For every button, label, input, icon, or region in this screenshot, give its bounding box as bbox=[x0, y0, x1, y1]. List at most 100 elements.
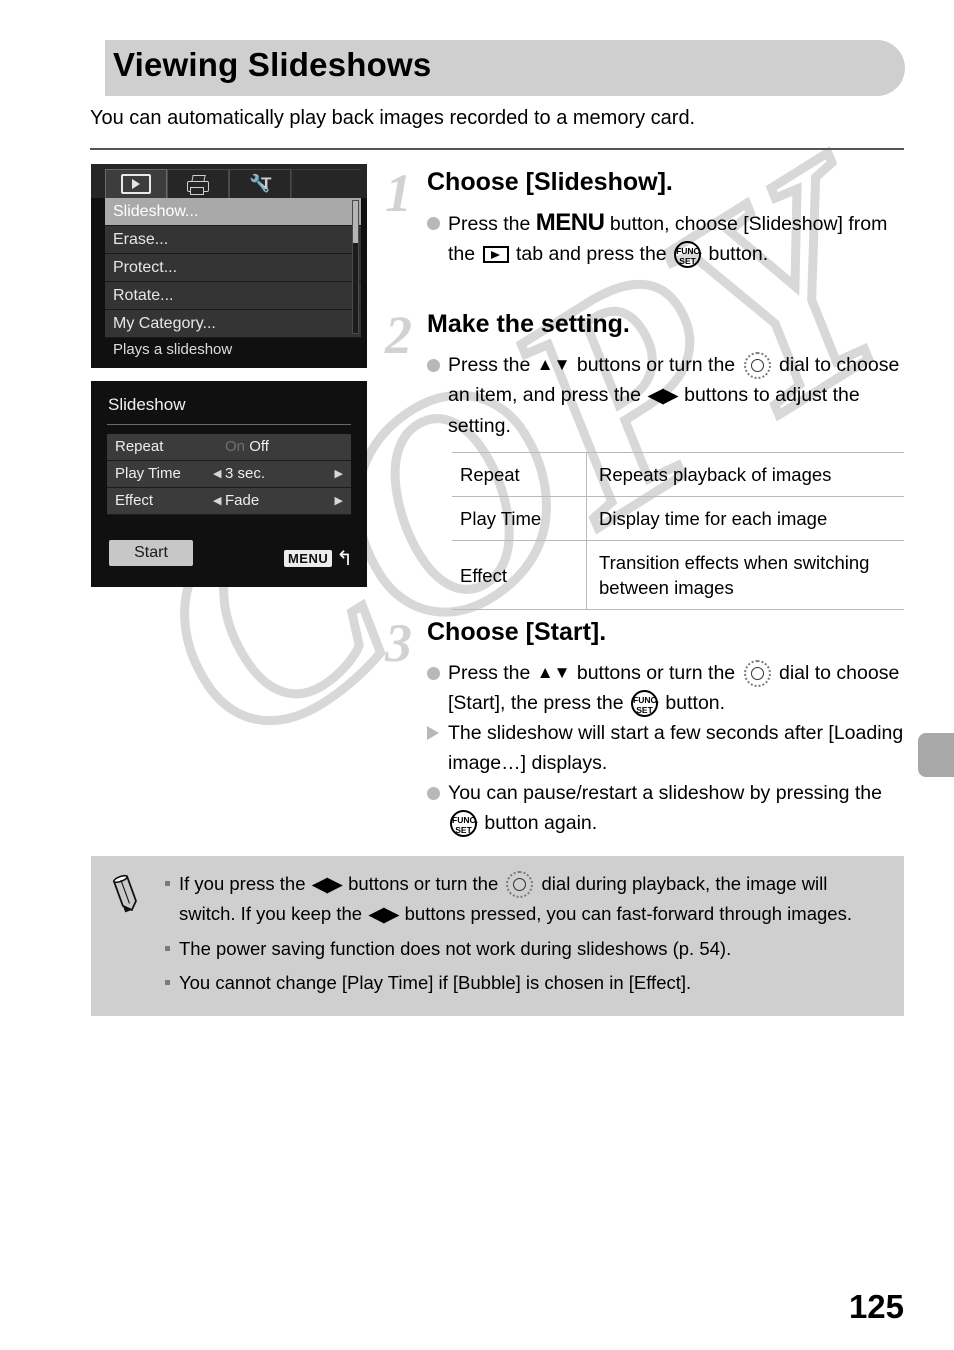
setting-value-repeat-off: Off bbox=[249, 438, 269, 455]
playback-tab[interactable] bbox=[105, 169, 167, 198]
step-3-number: 3 bbox=[385, 613, 412, 673]
note-item-2-text: The power saving function does not work … bbox=[179, 938, 732, 959]
setting-row-effect[interactable]: Effect ◀ Fade ▶ bbox=[107, 488, 351, 515]
menu-tab-row: 🔧 T bbox=[91, 164, 367, 198]
control-dial-glyph bbox=[743, 660, 771, 687]
table-cell-name: Effect bbox=[452, 540, 587, 610]
setting-row-repeat[interactable]: Repeat On Off bbox=[107, 434, 351, 461]
bullet-square-icon bbox=[165, 980, 170, 985]
pencil-icon bbox=[112, 874, 137, 913]
step-3-line-1-text: Press the ▲▼ buttons or turn the dial to… bbox=[448, 660, 899, 717]
note-item-3: You cannot change [Play Time] if [Bubble… bbox=[163, 968, 883, 997]
horizontal-divider bbox=[90, 148, 904, 150]
left-right-buttons-glyph: ◀▶ bbox=[647, 384, 678, 407]
settings-tab-icon: 🔧 T bbox=[249, 174, 272, 193]
bullet-dot-icon bbox=[427, 787, 440, 800]
print-tab[interactable] bbox=[167, 169, 229, 198]
up-down-buttons-glyph: ▲▼ bbox=[536, 663, 571, 682]
menu-item-erase[interactable]: Erase... bbox=[105, 226, 361, 254]
table-row: Play Time Display time for each image bbox=[452, 496, 904, 541]
right-arrow-icon[interactable]: ▶ bbox=[335, 488, 343, 514]
note-item-1: If you press the ◀▶ buttons or turn the … bbox=[163, 869, 883, 929]
left-right-buttons-glyph: ◀▶ bbox=[368, 903, 399, 926]
bullet-dot-icon bbox=[427, 667, 440, 680]
step-1-heading: Choose [Slideshow]. bbox=[427, 168, 673, 196]
step-3-line-3: You can pause/restart a slideshow by pre… bbox=[427, 778, 909, 838]
slideshow-screen-title: Slideshow bbox=[108, 395, 186, 414]
page-number: 125 bbox=[848, 1288, 904, 1325]
control-dial-glyph bbox=[506, 871, 534, 898]
playback-tab-icon bbox=[121, 174, 151, 194]
settings-description-table: Repeat Repeats playback of images Play T… bbox=[452, 452, 904, 610]
menu-badge: MENU bbox=[283, 550, 333, 567]
bullet-square-icon bbox=[165, 946, 170, 951]
menu-item-protect[interactable]: Protect... bbox=[105, 254, 361, 282]
slideshow-settings-rows: Repeat On Off Play Time ◀ 3 sec. ▶ Effec… bbox=[107, 434, 351, 515]
right-arrow-icon[interactable]: ▶ bbox=[335, 461, 343, 487]
menu-return-indicator: MENU ↰ bbox=[283, 547, 353, 570]
page-title-bar: Viewing Slideshows bbox=[105, 40, 905, 96]
step-3-line-1: Press the ▲▼ buttons or turn the dial to… bbox=[427, 658, 909, 718]
setting-value-repeat: On Off bbox=[225, 434, 269, 460]
table-cell-desc: Display time for each image bbox=[586, 496, 904, 541]
bullet-dot-icon bbox=[427, 359, 440, 372]
camera-screen-playback-menu: 🔧 T Slideshow... Erase... Protect... Rota… bbox=[91, 164, 367, 368]
step-1-line-1: Press the MENU button, choose [Slideshow… bbox=[427, 208, 909, 269]
step-1-number: 1 bbox=[385, 163, 412, 223]
step-2-line-1-text: Press the ▲▼ buttons or turn the dial to… bbox=[448, 352, 899, 437]
intro-paragraph: You can automatically play back images r… bbox=[90, 107, 696, 129]
left-right-buttons-glyph: ◀▶ bbox=[311, 873, 343, 896]
settings-tab[interactable]: 🔧 T bbox=[229, 169, 291, 198]
playback-tab-glyph bbox=[482, 246, 509, 263]
note-item-2: The power saving function does not work … bbox=[163, 934, 883, 963]
menu-item-rotate[interactable]: Rotate... bbox=[105, 282, 361, 310]
setting-value-effect: Fade bbox=[225, 492, 260, 509]
setting-label-play-time: Play Time bbox=[115, 465, 181, 482]
left-arrow-icon[interactable]: ◀ bbox=[213, 461, 221, 487]
page-title: Viewing Slideshows bbox=[113, 46, 432, 83]
bullet-dot-icon bbox=[427, 217, 440, 230]
note-item-1-text: If you press the ◀▶ buttons or turn the … bbox=[179, 871, 852, 926]
table-cell-name: Repeat bbox=[452, 452, 587, 497]
step-3-line-2-text: The slideshow will start a few seconds a… bbox=[448, 722, 904, 774]
step-2-line-1: Press the ▲▼ buttons or turn the dial to… bbox=[427, 350, 909, 441]
note-box: If you press the ◀▶ buttons or turn the … bbox=[91, 856, 904, 1016]
menu-hint-text: Plays a slideshow bbox=[113, 341, 233, 358]
menu-item-slideshow[interactable]: Slideshow... bbox=[105, 198, 361, 226]
slideshow-title-divider bbox=[107, 424, 351, 425]
func-set-button-glyph: FUNC. SET bbox=[674, 241, 702, 268]
up-down-buttons-glyph: ▲▼ bbox=[536, 355, 571, 374]
bullet-square-icon bbox=[165, 881, 170, 886]
setting-value-repeat-on: On bbox=[225, 438, 246, 455]
menu-scrollbar-thumb[interactable] bbox=[353, 201, 358, 243]
table-row: Effect Transition effects when switching… bbox=[452, 540, 904, 610]
step-3-body: Press the ▲▼ buttons or turn the dial to… bbox=[427, 658, 909, 838]
step-3-line-3-text: You can pause/restart a slideshow by pre… bbox=[448, 782, 882, 837]
chapter-edge-tab bbox=[918, 733, 954, 777]
step-2-body: Press the ▲▼ buttons or turn the dial to… bbox=[427, 350, 909, 441]
menu-item-my-category[interactable]: My Category... bbox=[105, 310, 361, 338]
table-cell-desc: Transition effects when switching betwee… bbox=[586, 540, 904, 610]
table-cell-desc: Repeats playback of images bbox=[586, 452, 904, 497]
left-arrow-icon[interactable]: ◀ bbox=[213, 488, 221, 514]
func-set-button-glyph: FUNC. SET bbox=[450, 810, 478, 837]
step-2-number: 2 bbox=[385, 305, 412, 365]
func-set-button-glyph: FUNC. SET bbox=[631, 690, 659, 717]
start-button[interactable]: Start bbox=[109, 540, 193, 566]
note-list: If you press the ◀▶ buttons or turn the … bbox=[163, 869, 883, 1002]
step-2-heading: Make the setting. bbox=[427, 310, 630, 338]
note-item-3-text: You cannot change [Play Time] if [Bubble… bbox=[179, 972, 692, 993]
setting-value-play-time: 3 sec. bbox=[225, 465, 266, 482]
return-arrow-icon: ↰ bbox=[336, 547, 353, 570]
camera-screen-slideshow-settings: Slideshow Repeat On Off Play Time ◀ 3 se… bbox=[91, 381, 367, 587]
step-3-heading: Choose [Start]. bbox=[427, 618, 607, 646]
table-row: Repeat Repeats playback of images bbox=[452, 452, 904, 497]
menu-scrollbar[interactable] bbox=[352, 200, 359, 334]
step-3-line-2: The slideshow will start a few seconds a… bbox=[427, 718, 909, 778]
print-tab-icon bbox=[186, 175, 210, 195]
table-cell-name: Play Time bbox=[452, 496, 587, 541]
menu-button-glyph: MENU bbox=[535, 209, 605, 236]
setting-row-play-time[interactable]: Play Time ◀ 3 sec. ▶ bbox=[107, 461, 351, 488]
bullet-triangle-icon bbox=[427, 726, 439, 740]
setting-label-effect: Effect bbox=[115, 492, 154, 509]
